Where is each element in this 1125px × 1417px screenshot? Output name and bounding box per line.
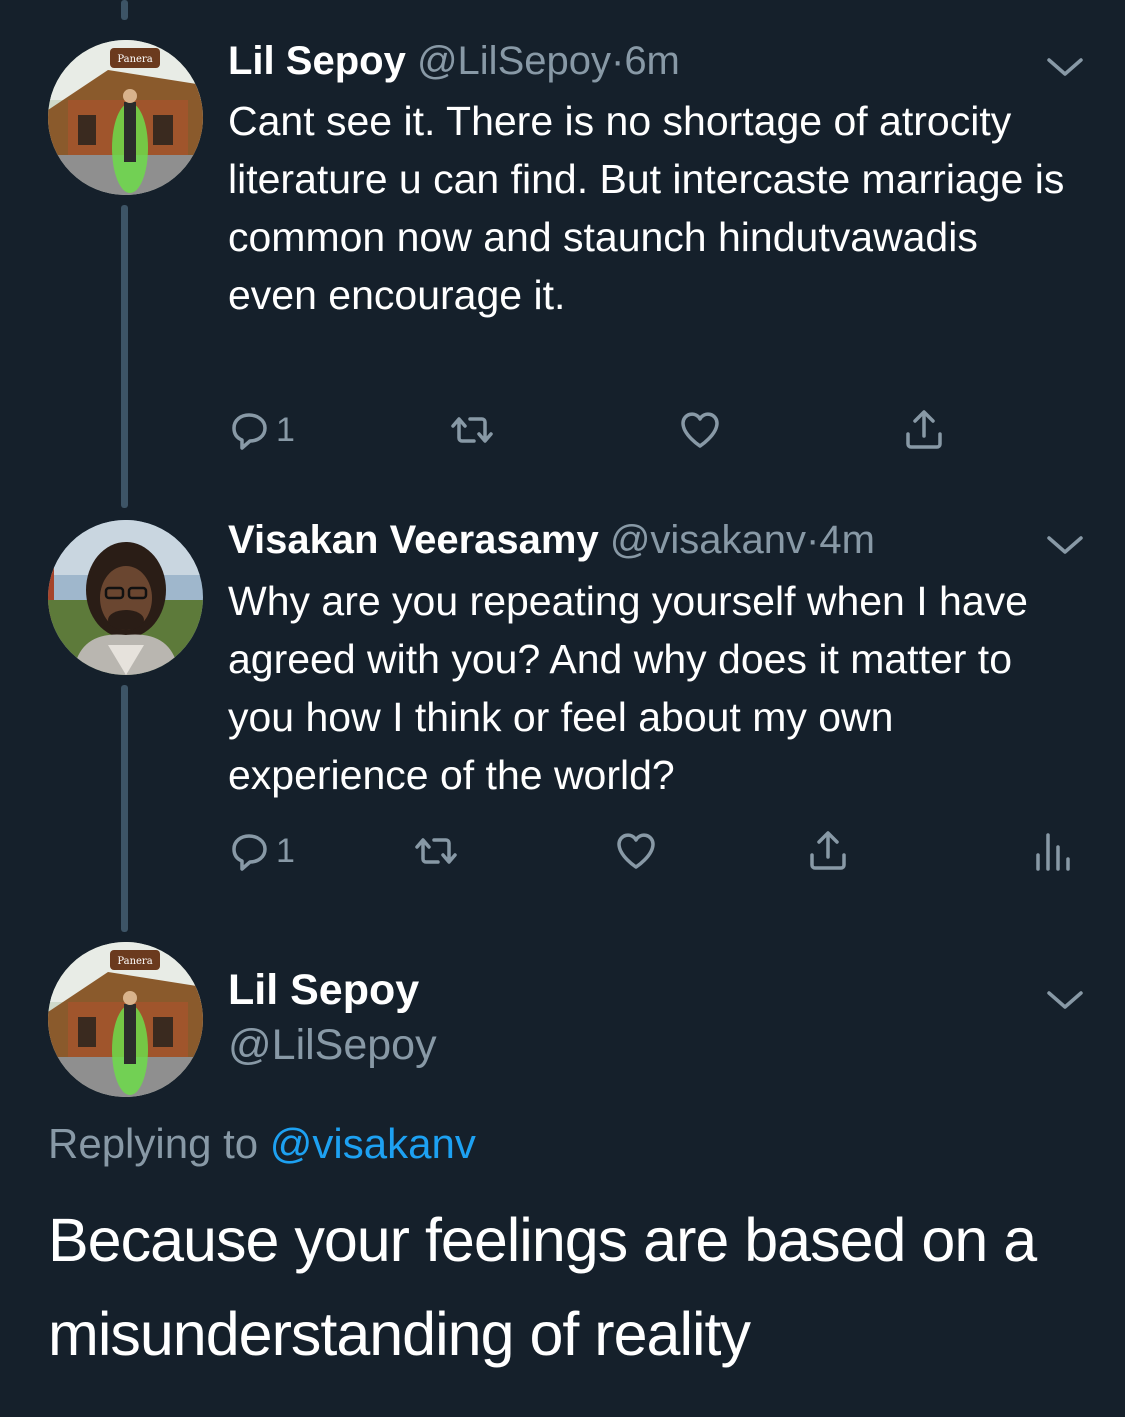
reply-count: 1 [276,831,295,870]
retweet-button[interactable] [414,826,458,876]
thread-line [121,0,128,20]
author-name[interactable]: Lil Sepoy [228,963,419,1017]
separator-dot: · [610,39,625,83]
retweet-icon [451,417,493,443]
like-button[interactable] [614,826,658,876]
avatar[interactable]: Panera [48,40,203,195]
avatar[interactable]: Panera [48,942,203,1097]
analytics-icon [1036,833,1070,871]
tweet-header: Visakan Veerasamy @visakanv·4m [228,516,875,564]
share-icon [810,831,846,870]
retweet-icon [415,838,457,864]
svg-text:Panera: Panera [117,54,152,65]
reply-button[interactable]: 1 [228,826,295,876]
avatar[interactable] [48,520,203,675]
author-name[interactable]: Lil Sepoy [228,39,406,83]
analytics-button[interactable] [1030,826,1074,876]
author-handle[interactable]: @visakanv [610,518,806,562]
main-tweet-text: Because your feelings are based on a mis… [48,1206,1037,1368]
replying-prefix: Replying to [48,1120,259,1167]
timestamp[interactable]: 4m [819,518,875,562]
like-button[interactable] [678,405,722,455]
tweet-text: Why are you repeating yourself when I ha… [228,578,1028,798]
thread-line [121,205,128,508]
mention-link[interactable]: @visakanv [270,1120,476,1167]
separator-dot: · [806,518,820,562]
retweet-button[interactable] [450,405,494,455]
heart-icon [617,833,655,869]
author-handle[interactable]: @LilSepoy [228,1018,437,1072]
svg-text:Panera: Panera [117,956,152,967]
chevron-down-icon[interactable] [1045,985,1085,1015]
chevron-down-icon[interactable] [1045,52,1085,82]
thread-line [121,685,128,932]
tweet-text: Cant see it. There is no shortage of atr… [228,98,1065,318]
share-button[interactable] [806,826,850,876]
tweet-header: Lil Sepoy @LilSepoy·6m [228,37,680,85]
share-icon [906,410,942,449]
heart-icon [681,412,719,448]
reply-icon [232,834,267,871]
author-handle[interactable]: @LilSepoy [417,39,611,83]
author-name[interactable]: Visakan Veerasamy [228,518,599,562]
replying-to: Replying to @visakanv [48,1117,476,1171]
reply-icon [232,413,267,450]
reply-count: 1 [276,410,295,449]
timestamp[interactable]: 6m [624,39,680,83]
reply-button[interactable]: 1 [228,405,295,455]
share-button[interactable] [902,405,946,455]
chevron-down-icon[interactable] [1045,530,1085,560]
